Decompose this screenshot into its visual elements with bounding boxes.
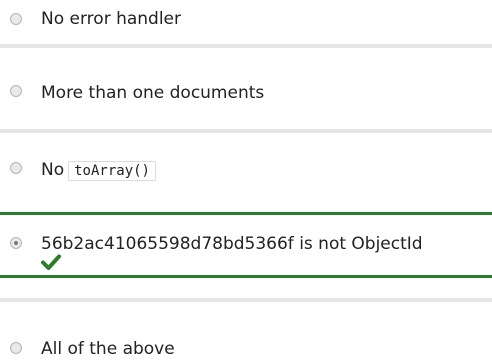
inline-code: toArray() (68, 161, 156, 181)
answer-option-selected[interactable]: 56b2ac41065598d78bd5366f is not ObjectId (0, 215, 492, 275)
radio-button[interactable] (10, 162, 22, 174)
answer-option[interactable]: All of the above (0, 312, 492, 359)
answer-label: 56b2ac41065598d78bd5366f is not ObjectId (41, 234, 423, 254)
answer-option[interactable]: No toArray() (0, 150, 492, 196)
answer-option[interactable]: No error handler (0, 0, 492, 46)
answer-label-prefix: No (41, 160, 65, 180)
answer-label: All of the above (41, 339, 175, 359)
answer-label: No error handler (41, 9, 182, 29)
answer-options: No error handler More than one documents… (0, 0, 492, 364)
divider (0, 129, 492, 133)
radio-button-selected[interactable] (10, 237, 22, 249)
divider (0, 298, 492, 302)
divider (0, 44, 492, 48)
check-icon (41, 254, 61, 270)
radio-button[interactable] (10, 85, 22, 97)
radio-button[interactable] (10, 342, 22, 354)
answer-option[interactable]: More than one documents (0, 72, 492, 118)
answer-label: No toArray() (41, 159, 156, 182)
radio-button[interactable] (10, 13, 22, 25)
correct-answer-bottom-border (0, 275, 492, 278)
answer-label: More than one documents (41, 83, 265, 103)
